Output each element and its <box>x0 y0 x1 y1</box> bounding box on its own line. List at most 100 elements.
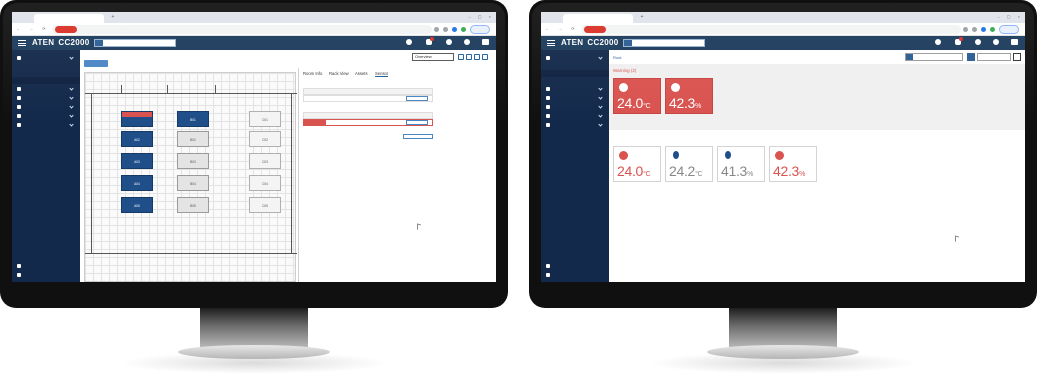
sidebar-item-logs[interactable] <box>541 112 609 120</box>
show-history-button[interactable] <box>406 96 428 101</box>
extension-icon[interactable] <box>443 27 448 32</box>
grid-icon[interactable] <box>458 54 464 60</box>
sidebar-subitem-monitoring[interactable] <box>541 70 609 77</box>
security-indicator[interactable] <box>55 26 77 33</box>
profile-button[interactable] <box>999 25 1019 34</box>
extension-icon[interactable] <box>963 27 968 32</box>
rack-c03[interactable]: C03 <box>249 153 281 169</box>
sidebar-item-recent[interactable] <box>541 271 609 279</box>
sidebar-item-user-accounts[interactable] <box>12 94 80 102</box>
search-icon[interactable] <box>624 40 632 46</box>
show-all-history-button[interactable] <box>403 134 433 139</box>
tab-rack-view[interactable]: Rack View <box>329 71 349 76</box>
filter-button[interactable] <box>967 53 975 61</box>
layout-icon[interactable] <box>1011 39 1018 45</box>
more-button[interactable] <box>84 60 108 67</box>
layout-icon[interactable] <box>482 39 489 45</box>
rack-c05[interactable]: C05 <box>249 197 281 213</box>
sidebar-subitem-floor-maps[interactable] <box>541 77 609 84</box>
profile-button[interactable] <box>470 25 490 34</box>
browser-tab[interactable] <box>34 14 104 23</box>
sensor-search-input[interactable] <box>905 53 963 61</box>
extension-icon[interactable] <box>452 27 457 32</box>
sensor-card-temperature[interactable]: 24.0°C <box>613 146 661 182</box>
global-search-input[interactable] <box>94 39 176 47</box>
sidebar-item-favorites[interactable] <box>12 262 80 270</box>
sensor-card-temperature[interactable]: 24.2°C <box>665 146 713 182</box>
sidebar-item-favorites[interactable] <box>541 262 609 270</box>
rack-c04[interactable]: C04 <box>249 175 281 191</box>
tool-button[interactable] <box>977 53 1011 61</box>
sidebar-item-system[interactable] <box>12 103 80 111</box>
sidebar-item-device-management[interactable] <box>12 85 80 93</box>
hamburger-icon[interactable] <box>547 40 555 46</box>
rack-a05[interactable]: A05 <box>121 197 153 213</box>
sidebar-item-device-management[interactable] <box>541 85 609 93</box>
extension-icon[interactable] <box>981 27 986 32</box>
sidebar-item-asset-management[interactable] <box>541 121 609 129</box>
rack-c02[interactable]: C02 <box>249 131 281 147</box>
sidebar-item-logs[interactable] <box>12 112 80 120</box>
search-icon[interactable] <box>906 54 913 60</box>
browser-tab[interactable] <box>563 14 633 23</box>
url-field[interactable] <box>581 25 961 34</box>
user-icon[interactable] <box>975 39 981 45</box>
zoom-icon[interactable] <box>466 54 472 60</box>
security-indicator[interactable] <box>584 26 606 33</box>
sensor-card-humidity[interactable]: 41.3% <box>717 146 765 182</box>
help-icon[interactable] <box>464 39 470 45</box>
settings-icon[interactable] <box>474 54 480 60</box>
user-icon[interactable] <box>446 39 452 45</box>
sidebar-item-dashboard[interactable] <box>12 54 80 62</box>
rack-b01[interactable]: B01 <box>177 111 209 127</box>
rack-c01[interactable]: C01 <box>249 111 281 127</box>
rack-a02[interactable]: A02 <box>121 131 153 147</box>
window-controls[interactable]: – ▢ × <box>466 14 494 20</box>
url-field[interactable] <box>52 25 432 34</box>
expand-icon[interactable] <box>482 54 488 60</box>
browser-nav-buttons[interactable]: ← → ⟳ ⌂ <box>545 26 586 33</box>
sidebar-subitem-floor-maps[interactable] <box>12 77 80 84</box>
tab-sensor[interactable]: Sensor <box>375 71 389 77</box>
show-history-button[interactable] <box>406 120 428 125</box>
root-selector[interactable]: Root <box>613 55 621 60</box>
tab-room-info[interactable]: Room Info <box>303 71 322 76</box>
rack-b03[interactable]: B03 <box>177 153 209 169</box>
sensor-card-humidity[interactable]: 42.3% <box>769 146 817 182</box>
help-icon[interactable] <box>993 39 999 45</box>
sidebar-subitem-monitoring[interactable] <box>12 70 80 77</box>
global-search-input[interactable] <box>623 39 705 47</box>
rack-b02[interactable]: B02 <box>177 131 209 147</box>
rack-a01[interactable] <box>121 111 153 127</box>
sensor-card-warning-temperature[interactable]: 24.0°C <box>613 78 661 114</box>
sidebar-item-user-accounts[interactable] <box>541 94 609 102</box>
hamburger-icon[interactable] <box>18 40 26 46</box>
warning-title[interactable]: Warning (2) <box>613 68 636 73</box>
extension-icon[interactable] <box>972 27 977 32</box>
sidebar-subitem-system[interactable] <box>541 63 609 70</box>
search-icon[interactable] <box>95 40 103 46</box>
window-controls[interactable]: – ▢ × <box>995 14 1023 20</box>
sidebar-subitem-system[interactable] <box>12 63 80 70</box>
sidebar-item-asset-management[interactable] <box>12 121 80 129</box>
rack-a03[interactable]: A03 <box>121 153 153 169</box>
extension-icon[interactable] <box>990 27 995 32</box>
new-tab-button[interactable]: + <box>637 14 647 22</box>
rack-a04[interactable]: A04 <box>121 175 153 191</box>
browser-nav-buttons[interactable]: ← → ⟳ ⌂ <box>16 26 57 33</box>
chat-icon[interactable] <box>935 39 941 45</box>
floor-plan-canvas[interactable]: A02 A03 A04 A05 B01 B02 B03 B04 B05 C01 … <box>84 72 297 282</box>
sidebar-item-system[interactable] <box>541 103 609 111</box>
extension-icon[interactable] <box>434 27 439 32</box>
export-icon[interactable] <box>1013 53 1021 61</box>
rack-b05[interactable]: B05 <box>177 197 209 213</box>
tab-assets[interactable]: Assets <box>355 71 368 76</box>
chat-icon[interactable] <box>406 39 412 45</box>
sidebar-item-dashboard[interactable] <box>541 54 609 62</box>
rack-b04[interactable]: B04 <box>177 175 209 191</box>
sensor-card-warning-humidity[interactable]: 42.3% <box>665 78 713 114</box>
extension-icon[interactable] <box>461 27 466 32</box>
new-tab-button[interactable]: + <box>108 14 118 22</box>
view-mode-select[interactable]: Overview <box>412 53 454 61</box>
sidebar-item-recent[interactable] <box>12 271 80 279</box>
